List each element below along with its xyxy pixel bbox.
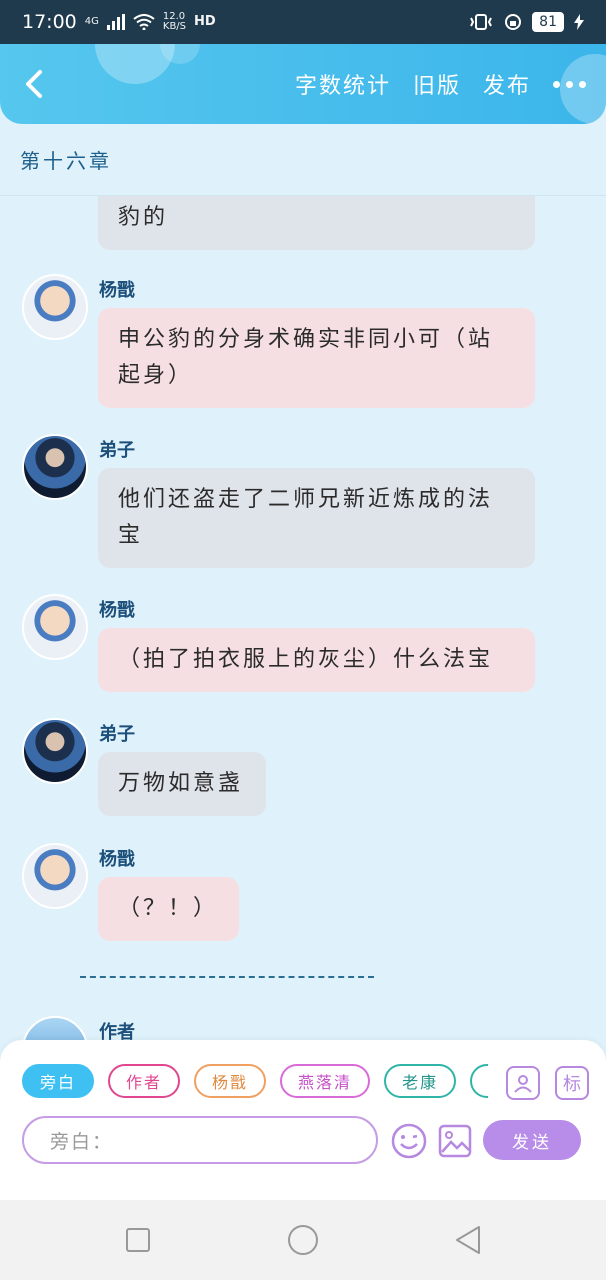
avatar[interactable] xyxy=(22,594,88,660)
message-bubble[interactable]: （拍了拍衣服上的灰尘）什么法宝 xyxy=(98,628,535,692)
vibrate-icon xyxy=(470,14,493,30)
role-tab-yangjian[interactable]: 杨戬 xyxy=(194,1064,267,1098)
role-tab-narration[interactable]: 旁白 xyxy=(22,1064,95,1098)
speaker-name: 杨戬 xyxy=(99,600,135,621)
message-bubble[interactable]: 他们还盗走了二师兄新近炼成的法宝 xyxy=(98,468,535,568)
role-tab-laokang[interactable]: 老康 xyxy=(384,1064,457,1098)
status-bar: 17:00 4G 12.0 KB/S HD 81 xyxy=(0,0,606,44)
old-version-button[interactable]: 旧版 xyxy=(413,68,461,100)
speaker-name: 杨戬 xyxy=(99,849,135,870)
composer-panel: 旁白 作者 杨戬 燕落清 老康 如 标 旁白： 发送 xyxy=(0,1040,606,1200)
image-icon[interactable] xyxy=(438,1124,472,1158)
send-button[interactable]: 发送 xyxy=(483,1120,581,1160)
recent-apps-icon[interactable] xyxy=(125,1227,151,1253)
message-bubble[interactable]: 万物如意盏 xyxy=(98,752,266,816)
chapter-title[interactable]: 第十六章 xyxy=(0,124,606,196)
avatar[interactable] xyxy=(22,843,88,909)
battery-level: 81 xyxy=(532,12,564,32)
clock: 17:00 xyxy=(22,11,77,33)
person-icon xyxy=(514,1075,532,1093)
signal-icon xyxy=(106,14,125,30)
word-count-button[interactable]: 字数统计 xyxy=(295,68,391,100)
role-tab-partial[interactable]: 如 xyxy=(470,1064,488,1098)
speaker-name: 弟子 xyxy=(99,724,135,745)
rotation-lock-icon xyxy=(505,14,522,30)
avatar[interactable] xyxy=(22,718,88,784)
back-arrow-icon[interactable] xyxy=(16,66,52,102)
hd-badge: HD xyxy=(194,14,216,29)
system-nav-bar xyxy=(0,1200,606,1280)
charging-icon xyxy=(574,14,584,30)
home-icon[interactable] xyxy=(287,1224,319,1256)
role-selector[interactable]: 旁白 作者 杨戬 燕落清 老康 如 xyxy=(22,1064,488,1102)
speaker-name: 弟子 xyxy=(99,440,135,461)
net-speed-unit: KB/S xyxy=(162,21,187,32)
avatar[interactable] xyxy=(22,274,88,340)
role-tab-author[interactable]: 作者 xyxy=(108,1064,181,1098)
more-options-icon[interactable] xyxy=(553,80,586,88)
network-type: 4G xyxy=(84,16,99,27)
character-icon[interactable] xyxy=(506,1066,540,1100)
wifi-icon xyxy=(133,14,155,30)
avatar[interactable] xyxy=(22,434,88,500)
message-input[interactable]: 旁白： xyxy=(22,1116,378,1164)
message-bubble[interactable]: 申公豹的分身术确实非同小可（站起身） xyxy=(98,308,535,408)
mark-label: 标 xyxy=(563,1074,581,1095)
speaker-name: 杨戬 xyxy=(99,280,135,301)
mark-button[interactable]: 标 xyxy=(555,1066,589,1100)
speaker-name: 作者 xyxy=(99,1022,135,1041)
input-placeholder: 旁白： xyxy=(50,1130,114,1153)
message-bubble[interactable]: 豹的 xyxy=(98,196,535,250)
role-tab-yanluoqing[interactable]: 燕落清 xyxy=(280,1064,371,1098)
chat-list[interactable]: 豹的 杨戬 申公豹的分身术确实非同小可（站起身） 弟子 他们还盗走了二师兄新近炼… xyxy=(0,196,606,1041)
back-nav-icon[interactable] xyxy=(454,1225,482,1255)
message-bubble[interactable]: （？！） xyxy=(98,877,239,941)
top-app-bar: 字数统计 旧版 发布 xyxy=(0,44,606,124)
divider xyxy=(80,976,374,978)
avatar[interactable] xyxy=(22,1016,88,1041)
publish-button[interactable]: 发布 xyxy=(483,68,531,100)
emoji-icon[interactable] xyxy=(390,1122,428,1160)
